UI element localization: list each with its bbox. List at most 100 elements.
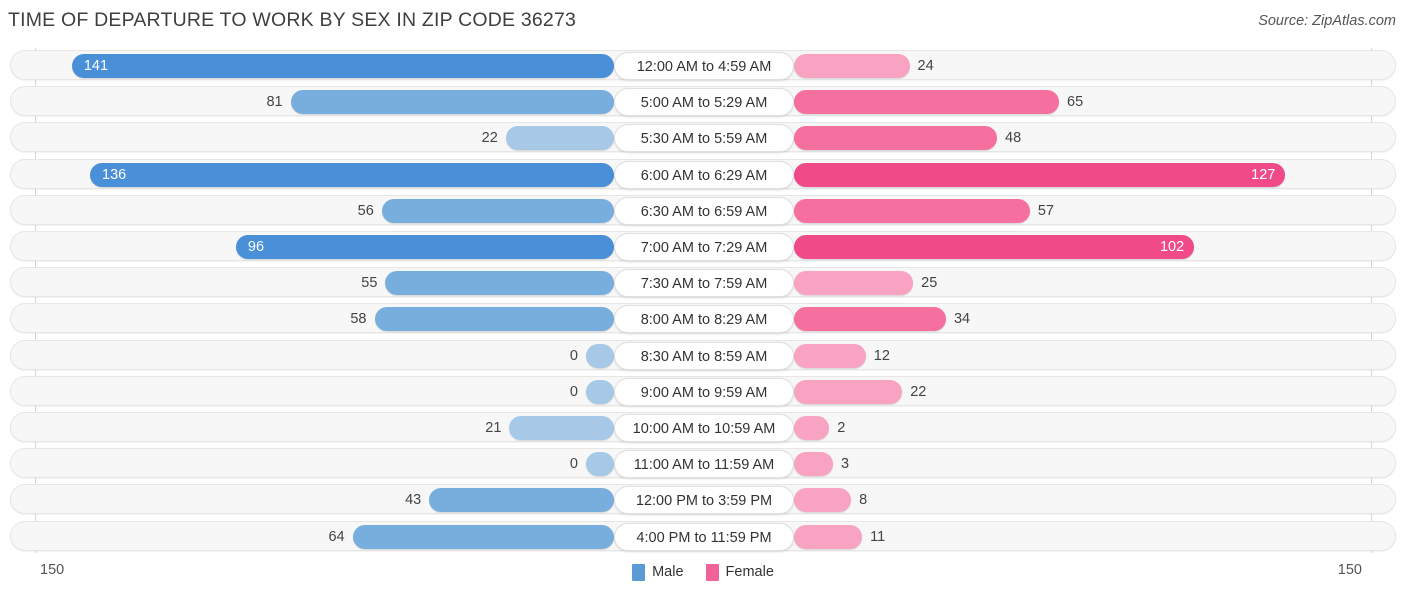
male-bar-container: 96 — [11, 232, 614, 262]
legend-swatch-icon — [705, 563, 719, 581]
male-bar-container: 0 — [11, 377, 614, 407]
table-row[interactable]: 136 6:00 AM to 6:29 AM 127 — [10, 158, 1397, 190]
category-label: 6:00 AM to 6:29 AM — [614, 160, 794, 189]
female-value-label: 11 — [870, 528, 886, 545]
female-bar[interactable] — [794, 307, 946, 332]
male-value-label: 0 — [569, 456, 578, 473]
female-value-label: 2 — [837, 420, 846, 436]
female-bar[interactable] — [794, 54, 910, 78]
male-bar[interactable] — [290, 90, 614, 115]
female-bar-container: 3 — [794, 449, 1397, 479]
female-value-label: 8 — [859, 492, 868, 509]
male-value-label: 64 — [328, 528, 345, 545]
male-bar[interactable] — [385, 271, 614, 296]
male-bar[interactable] — [586, 452, 614, 477]
male-bar[interactable] — [505, 126, 614, 151]
male-value-label: 96 — [247, 239, 265, 255]
female-bar[interactable] — [794, 198, 1030, 223]
category-label: 8:30 AM to 8:59 AM — [614, 341, 794, 370]
female-bar-container: 65 — [794, 87, 1397, 117]
male-bar[interactable] — [90, 162, 614, 187]
male-bar-container: 43 — [11, 485, 614, 515]
female-bar-container: 11 — [794, 522, 1397, 552]
female-bar[interactable] — [794, 235, 1194, 259]
table-row[interactable]: 0 9:00 AM to 9:59 AM 22 — [10, 375, 1397, 407]
table-row[interactable]: 81 5:00 AM to 5:29 AM 65 — [10, 86, 1397, 117]
table-row[interactable]: 22 5:30 AM to 5:59 AM 48 — [10, 122, 1397, 153]
male-bar-container: 55 — [11, 268, 614, 298]
female-value-label: 24 — [917, 58, 934, 74]
male-bar[interactable] — [509, 416, 614, 440]
female-bar-container: 8 — [794, 485, 1397, 515]
female-bar[interactable] — [794, 416, 830, 440]
source-attribution: Source: ZipAtlas.com — [1258, 13, 1396, 29]
category-label: 8:00 AM to 8:29 AM — [614, 305, 794, 334]
category-label: 11:00 AM to 11:59 AM — [614, 450, 794, 479]
male-bar[interactable] — [586, 343, 614, 368]
male-bar-container: 0 — [11, 341, 614, 371]
male-bar[interactable] — [235, 235, 614, 259]
legend-label: Female — [725, 564, 774, 580]
category-label: 5:30 AM to 5:59 AM — [614, 124, 794, 153]
table-row[interactable]: 55 7:30 AM to 7:59 AM 25 — [10, 267, 1396, 298]
female-bar[interactable] — [794, 343, 866, 368]
chart-header: TIME OF DEPARTURE TO WORK BY SEX IN ZIP … — [0, 0, 1406, 40]
female-bar[interactable] — [794, 452, 833, 477]
male-bar-container: 58 — [11, 304, 614, 334]
category-label: 6:30 AM to 6:59 AM — [614, 196, 794, 225]
male-bar[interactable] — [429, 488, 614, 513]
male-bar-container: 81 — [11, 87, 614, 117]
table-row[interactable]: 96 7:00 AM to 7:29 AM 102 — [10, 231, 1396, 261]
female-bar-container: 57 — [794, 196, 1397, 226]
female-bar[interactable] — [794, 488, 852, 513]
male-bar-container: 21 — [11, 413, 614, 443]
table-row[interactable]: 21 10:00 AM to 10:59 AM 2 — [10, 412, 1396, 442]
female-bar-container: 22 — [794, 377, 1397, 407]
table-row[interactable]: 43 12:00 PM to 3:59 PM 8 — [10, 484, 1397, 515]
category-label: 7:30 AM to 7:59 AM — [614, 269, 794, 298]
male-value-label: 136 — [102, 166, 127, 183]
male-value-label: 0 — [569, 383, 578, 400]
chart-footer: 150 150 Male Female — [0, 556, 1406, 595]
legend-label: Male — [652, 564, 684, 580]
table-row[interactable]: 58 8:00 AM to 8:29 AM 34 — [10, 303, 1396, 334]
category-label: 12:00 AM to 4:59 AM — [614, 52, 794, 80]
table-row[interactable]: 64 4:00 PM to 11:59 PM 11 — [10, 520, 1397, 552]
table-row[interactable]: 0 11:00 AM to 11:59 AM 3 — [10, 448, 1397, 479]
male-bar[interactable] — [352, 524, 614, 549]
table-row[interactable]: 0 8:30 AM to 8:59 AM 12 — [10, 339, 1397, 371]
female-bar[interactable] — [794, 379, 903, 404]
female-value-label: 12 — [873, 347, 890, 364]
male-bar[interactable] — [381, 198, 614, 223]
female-bar-container: 48 — [794, 123, 1397, 153]
female-bar[interactable] — [794, 90, 1060, 115]
category-label: 9:00 AM to 9:59 AM — [614, 377, 794, 406]
female-value-label: 34 — [953, 311, 971, 328]
legend-item-female[interactable]: Female — [705, 563, 774, 581]
chart-legend: Male Female — [0, 560, 1406, 584]
table-row[interactable]: 141 12:00 AM to 4:59 AM 24 — [10, 50, 1396, 80]
category-label: 4:00 PM to 11:59 PM — [614, 522, 794, 551]
female-bar-container: 24 — [794, 51, 1397, 81]
female-bar[interactable] — [794, 162, 1286, 187]
male-bar-container: 0 — [11, 449, 614, 479]
female-bar[interactable] — [794, 271, 914, 296]
legend-item-male[interactable]: Male — [632, 563, 684, 581]
female-value-label: 127 — [1251, 166, 1276, 183]
female-value-label: 48 — [1005, 130, 1022, 147]
female-value-label: 57 — [1037, 202, 1054, 219]
female-bar[interactable] — [794, 524, 863, 549]
male-bar[interactable] — [586, 379, 614, 404]
category-label: 5:00 AM to 5:29 AM — [614, 88, 794, 117]
female-bar[interactable] — [794, 126, 998, 151]
male-bar-container: 56 — [11, 196, 614, 226]
female-bar-container: 127 — [794, 160, 1397, 190]
female-bar-container: 2 — [794, 413, 1397, 443]
male-bar[interactable] — [374, 307, 614, 332]
female-bar-container: 12 — [794, 341, 1397, 371]
female-value-label: 65 — [1067, 94, 1084, 111]
male-bar[interactable] — [71, 54, 614, 78]
category-label: 7:00 AM to 7:29 AM — [614, 233, 794, 261]
legend-swatch-icon — [632, 563, 646, 581]
table-row[interactable]: 56 6:30 AM to 6:59 AM 57 — [10, 194, 1397, 226]
